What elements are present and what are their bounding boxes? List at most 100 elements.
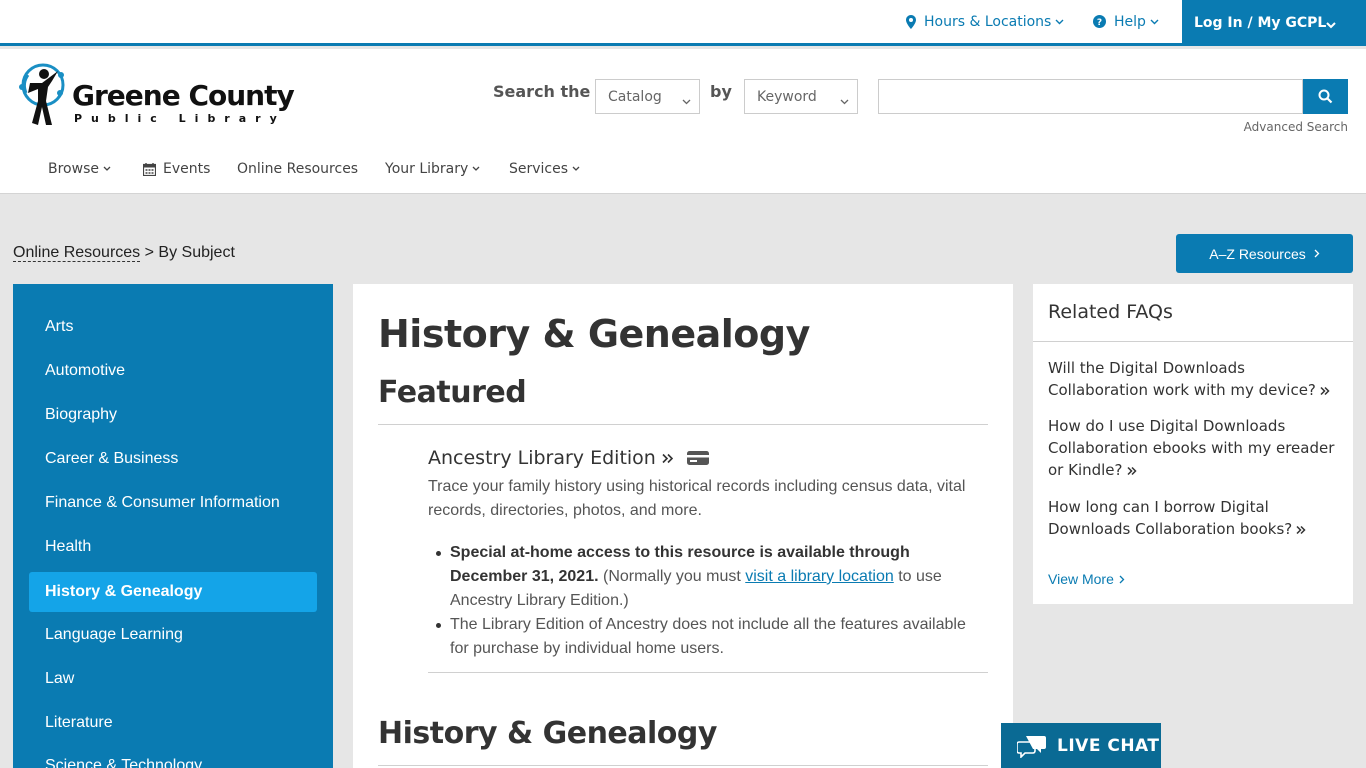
help-label: Help (1114, 13, 1146, 30)
search-scope-select[interactable]: Catalog (595, 79, 700, 114)
sidebar-item-arts[interactable]: Arts (29, 307, 317, 347)
live-chat-button[interactable]: LIVE CHAT (1001, 723, 1161, 768)
hours-locations-label: Hours & Locations (924, 13, 1052, 30)
chevron-down-icon (1055, 19, 1064, 25)
sidebar-item-career-business[interactable]: Career & Business (29, 439, 317, 479)
nav-your-library[interactable]: Your Library (385, 159, 480, 179)
double-chevron-right-icon (1320, 380, 1330, 402)
sidebar-item-biography[interactable]: Biography (29, 395, 317, 435)
breadcrumb-separator: > (140, 244, 159, 261)
library-name: Greene County (72, 79, 295, 112)
divider (378, 424, 988, 425)
map-pin-icon (906, 14, 916, 29)
view-more-label: View More (1048, 571, 1114, 587)
nav-your-library-label: Your Library (385, 161, 469, 177)
faq-text: Will the Digital Downloads Collaboration… (1048, 359, 1316, 399)
chevron-right-icon (1314, 249, 1320, 258)
nav-online-resources[interactable]: Online Resources (237, 159, 358, 179)
nav-browse-label: Browse (48, 161, 99, 177)
sidebar-item-science-technology[interactable]: Science & Technology (29, 746, 317, 768)
sidebar-item-label: Finance & Consumer Information (45, 494, 280, 511)
sidebar-item-automotive[interactable]: Automotive (29, 351, 317, 391)
chevron-down-icon (1326, 17, 1336, 33)
faq-link[interactable]: Will the Digital Downloads Collaboration… (1048, 357, 1343, 402)
chevron-down-icon (472, 166, 480, 172)
library-logo-icon (19, 63, 65, 125)
login-button[interactable]: Log In / My GCPL (1182, 0, 1366, 46)
breadcrumb-current: By Subject (158, 244, 235, 261)
search-button[interactable] (1303, 79, 1348, 114)
sidebar-item-law[interactable]: Law (29, 659, 317, 699)
feature-note: The Library Edition of Ancestry does not… (450, 616, 966, 657)
sidebar-item-label: History & Genealogy (45, 583, 203, 600)
search-icon (1318, 89, 1333, 104)
sidebar-item-label: Health (45, 538, 92, 555)
featured-heading: Featured (378, 375, 527, 410)
nav-online-resources-label: Online Resources (237, 161, 359, 177)
double-chevron-right-icon (1296, 519, 1306, 541)
sidebar-item-label: Language Learning (45, 626, 183, 643)
search-label: Search the (493, 82, 591, 101)
sidebar-item-label: Science & Technology (45, 757, 203, 768)
library-subtitle: Public Library (74, 112, 286, 125)
faq-link[interactable]: How do I use Digital Downloads Collabora… (1048, 415, 1343, 482)
section-heading: History & Genealogy (378, 716, 717, 751)
faq-link[interactable]: How long can I borrow Digital Downloads … (1048, 496, 1343, 541)
divider (378, 765, 988, 766)
resource-title: Ancestry Library Edition (428, 447, 656, 469)
nav-services[interactable]: Services (509, 159, 580, 179)
subject-sidebar: Arts Automotive Biography Career & Busin… (13, 284, 333, 768)
breadcrumb: Online Resources > By Subject (13, 244, 235, 262)
nav-events-label: Events (163, 161, 211, 177)
site-header: Greene County Public Library Search the … (0, 49, 1366, 194)
list-item: The Library Edition of Ancestry does not… (436, 613, 988, 661)
list-item: Special at-home access to this resource … (436, 541, 988, 613)
chevron-down-icon (682, 93, 691, 109)
az-resources-label: A–Z Resources (1209, 245, 1306, 262)
sidebar-item-language-learning[interactable]: Language Learning (29, 615, 317, 655)
view-more-faqs-link[interactable]: View More (1048, 571, 1125, 587)
library-logo[interactable]: Greene County Public Library (16, 63, 296, 131)
sidebar-item-label: Arts (45, 318, 74, 335)
chevron-down-icon (572, 166, 580, 172)
sidebar-item-label: Automotive (45, 362, 126, 379)
nav-browse[interactable]: Browse (48, 159, 111, 179)
chevron-down-icon (840, 93, 849, 109)
visit-library-location-link[interactable]: visit a library location (745, 568, 894, 585)
sidebar-item-label: Law (45, 670, 75, 687)
resource-description: Trace your family history using historic… (428, 478, 966, 519)
library-card-icon (686, 451, 709, 465)
divider (1033, 341, 1353, 342)
nav-events[interactable]: Events (143, 159, 210, 179)
sidebar-item-literature[interactable]: Literature (29, 703, 317, 743)
resource-title-link[interactable]: Ancestry Library Edition (428, 447, 709, 469)
sidebar-item-health[interactable]: Health (29, 527, 317, 567)
divider (428, 672, 988, 673)
breadcrumb-online-resources[interactable]: Online Resources (13, 244, 141, 262)
double-chevron-right-icon (662, 453, 673, 464)
search-input[interactable] (878, 79, 1303, 114)
related-faqs-title: Related FAQs (1048, 301, 1173, 323)
faq-text: How do I use Digital Downloads Collabora… (1048, 417, 1335, 479)
live-chat-label: LIVE CHAT (1057, 735, 1160, 756)
svg-text:?: ? (1097, 18, 1102, 28)
sidebar-item-finance[interactable]: Finance & Consumer Information (29, 483, 317, 523)
sidebar-item-label: Literature (45, 714, 113, 731)
calendar-icon (143, 162, 156, 176)
sidebar-item-label: Biography (45, 406, 118, 423)
main-content: History & Genealogy Featured Ancestry Li… (353, 284, 1013, 768)
nav-services-label: Services (509, 161, 569, 177)
question-circle-icon: ? (1093, 15, 1106, 28)
hours-locations-link[interactable]: Hours & Locations (906, 0, 1064, 43)
az-resources-button[interactable]: A–Z Resources (1176, 234, 1353, 273)
advanced-search-link[interactable]: Advanced Search (1244, 120, 1348, 134)
page-title: History & Genealogy (378, 312, 810, 356)
search-field-select[interactable]: Keyword (744, 79, 858, 114)
double-chevron-right-icon (1126, 460, 1137, 482)
resource-notes: Special at-home access to this resource … (436, 541, 988, 661)
utility-bar: Hours & Locations ? Help (0, 0, 1366, 46)
help-link[interactable]: ? Help (1093, 0, 1159, 43)
sidebar-item-history-genealogy[interactable]: History & Genealogy (29, 572, 317, 612)
chevron-down-icon (103, 166, 111, 172)
faq-text: How long can I borrow Digital Downloads … (1048, 498, 1293, 538)
